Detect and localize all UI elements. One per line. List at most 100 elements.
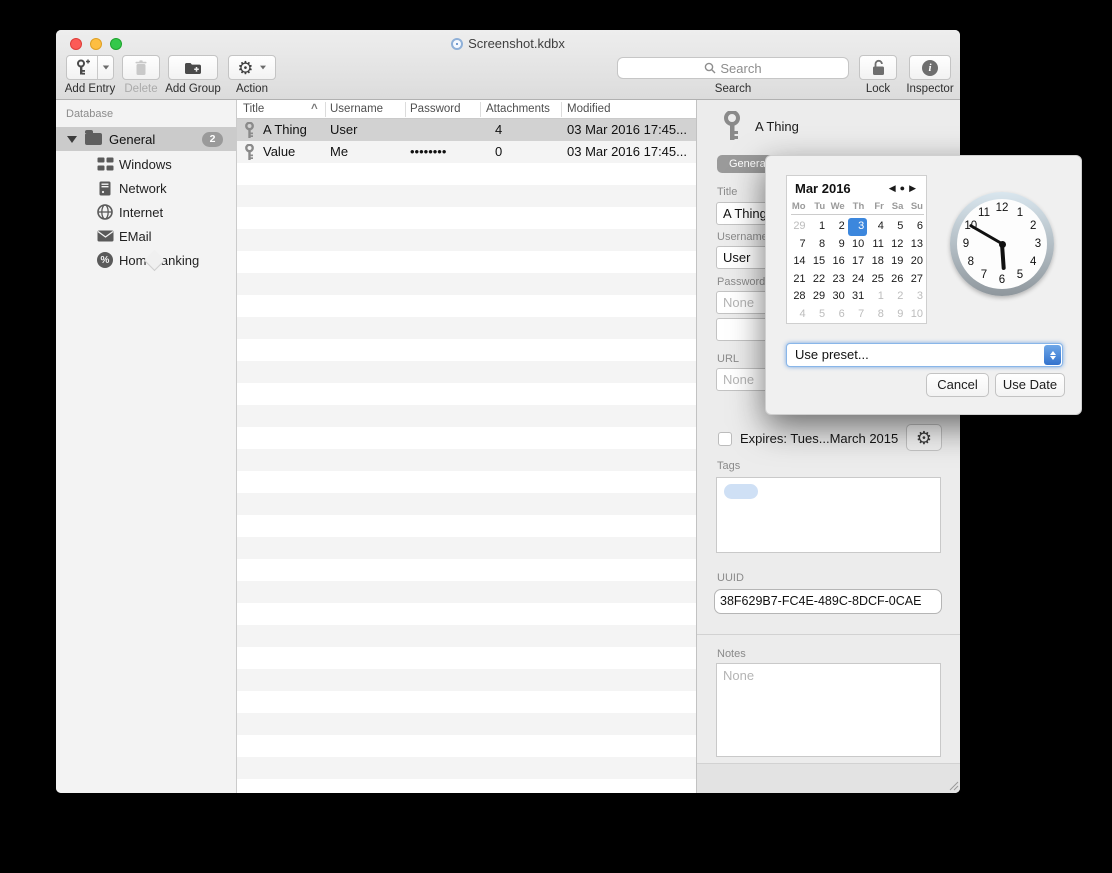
calendar-day[interactable]: 31 xyxy=(848,288,868,306)
column-header-modified[interactable]: Modified xyxy=(567,103,610,115)
lock-button[interactable] xyxy=(859,55,897,80)
add-entry-label: Add Entry xyxy=(60,83,120,95)
calendar-day[interactable]: 25 xyxy=(867,271,887,289)
calendar-day[interactable]: 7 xyxy=(789,236,809,254)
calendar-day[interactable]: 11 xyxy=(867,236,887,254)
uuid-field[interactable]: 38F629B7-FC4E-489C-8DCF-0CAE xyxy=(714,589,942,614)
calendar-day[interactable]: 8 xyxy=(809,236,829,254)
column-header-attachments[interactable]: Attachments xyxy=(486,103,550,115)
expires-date-button[interactable]: ⚙ xyxy=(906,424,942,451)
calendar-day[interactable]: 30 xyxy=(828,288,848,306)
clock-numeral: 5 xyxy=(1017,269,1023,281)
calendar-weekdays: MoTuWeThFrSaSu xyxy=(789,201,926,212)
calendar-day[interactable]: 28 xyxy=(789,288,809,306)
clock-numeral: 11 xyxy=(978,207,990,219)
calendar-day[interactable]: 1 xyxy=(809,218,829,236)
today-icon[interactable]: ● xyxy=(900,183,909,193)
calendar-day[interactable]: 29 xyxy=(789,218,809,236)
calendar-day[interactable]: 5 xyxy=(887,218,907,236)
calendar-day[interactable]: 17 xyxy=(848,253,868,271)
calendar: Mar 2016 ◀●▶ MoTuWeThFrSaSu 291234567891… xyxy=(786,175,927,324)
calendar-day-selected[interactable]: 3 xyxy=(848,218,868,236)
add-group-button[interactable] xyxy=(168,55,218,80)
table-row-empty xyxy=(237,691,696,713)
analog-clock: 123456789101112 xyxy=(950,192,1054,296)
calendar-day[interactable]: 4 xyxy=(867,218,887,236)
action-button[interactable]: ⚙ xyxy=(228,55,276,80)
use-date-button[interactable]: Use Date xyxy=(995,373,1065,397)
email-icon xyxy=(96,227,114,245)
inspector-button[interactable]: i xyxy=(909,55,951,80)
gear-icon: ⚙ xyxy=(237,59,253,77)
prev-month-icon[interactable]: ◀ xyxy=(889,183,900,193)
delete-button[interactable] xyxy=(122,55,160,80)
calendar-day[interactable]: 9 xyxy=(887,306,907,324)
calendar-day[interactable]: 21 xyxy=(789,271,809,289)
calendar-day[interactable]: 3 xyxy=(906,288,926,306)
calendar-day[interactable]: 15 xyxy=(809,253,829,271)
next-month-icon[interactable]: ▶ xyxy=(909,183,920,193)
table-row-empty xyxy=(237,295,696,317)
calendar-day[interactable]: 23 xyxy=(828,271,848,289)
calendar-day[interactable]: 19 xyxy=(887,253,907,271)
expires-label: Expires: Tues...March 2015 xyxy=(740,431,898,446)
calendar-day[interactable]: 1 xyxy=(867,288,887,306)
sidebar-item-network[interactable]: Network xyxy=(56,176,237,200)
sidebar-item-internet[interactable]: Internet xyxy=(56,200,237,224)
notes-field[interactable]: None xyxy=(716,663,941,757)
calendar-day[interactable]: 6 xyxy=(906,218,926,236)
calendar-day[interactable]: 8 xyxy=(867,306,887,324)
sidebar-item-windows[interactable]: Windows xyxy=(56,152,237,176)
clock-numeral: 9 xyxy=(963,238,969,250)
calendar-day[interactable]: 20 xyxy=(906,253,926,271)
disclosure-triangle-icon[interactable] xyxy=(67,136,77,143)
clock-numeral: 3 xyxy=(1035,238,1041,250)
chevron-down-icon[interactable] xyxy=(98,65,113,70)
calendar-day[interactable]: 6 xyxy=(828,306,848,324)
calendar-day[interactable]: 9 xyxy=(828,236,848,254)
calendar-day[interactable]: 22 xyxy=(809,271,829,289)
calendar-day[interactable]: 29 xyxy=(809,288,829,306)
tag-token[interactable] xyxy=(724,484,758,499)
calendar-day[interactable]: 5 xyxy=(809,306,829,324)
column-header-password[interactable]: Password xyxy=(410,103,461,115)
search-input[interactable]: Search xyxy=(617,57,849,79)
sidebar: Database General 2 WindowsNetworkInterne… xyxy=(56,100,237,793)
cancel-button[interactable]: Cancel xyxy=(926,373,989,397)
sidebar-item-email[interactable]: EMail xyxy=(56,224,237,248)
sidebar-item-general[interactable]: General 2 xyxy=(56,127,237,151)
calendar-day[interactable]: 14 xyxy=(789,253,809,271)
calendar-day[interactable]: 2 xyxy=(828,218,848,236)
calendar-day[interactable]: 10 xyxy=(906,306,926,324)
calendar-day[interactable]: 13 xyxy=(906,236,926,254)
calendar-day[interactable]: 27 xyxy=(906,271,926,289)
calendar-day[interactable]: 2 xyxy=(887,288,907,306)
preset-dropdown[interactable]: Use preset... xyxy=(786,343,1063,367)
calendar-day[interactable]: 12 xyxy=(887,236,907,254)
clock-numeral: 8 xyxy=(968,256,974,268)
sidebar-header: Database xyxy=(66,108,113,120)
table-row-empty xyxy=(237,493,696,515)
calendar-day[interactable]: 26 xyxy=(887,271,907,289)
calendar-day[interactable]: 16 xyxy=(828,253,848,271)
tags-field[interactable] xyxy=(716,477,941,553)
calendar-day[interactable]: 18 xyxy=(867,253,887,271)
expires-checkbox[interactable] xyxy=(718,432,732,446)
lock-label: Lock xyxy=(855,83,901,95)
calendar-day[interactable]: 10 xyxy=(848,236,868,254)
add-entry-button[interactable] xyxy=(66,55,114,80)
table-header: Title ^ Username Password Attachments Mo… xyxy=(237,100,696,119)
calendar-day[interactable]: 7 xyxy=(848,306,868,324)
table-row-empty xyxy=(237,779,696,793)
hour-hand[interactable] xyxy=(1000,244,1006,270)
table-row[interactable]: A ThingUser403 Mar 2016 17:45... xyxy=(237,119,696,141)
column-header-username[interactable]: Username xyxy=(330,103,383,115)
calendar-day[interactable]: 24 xyxy=(848,271,868,289)
table-row[interactable]: ValueMe••••••••003 Mar 2016 17:45... xyxy=(237,141,696,163)
table-row-empty xyxy=(237,757,696,779)
clock-numeral: 10 xyxy=(964,220,977,232)
column-header-title[interactable]: Title xyxy=(243,103,264,115)
calendar-day[interactable]: 4 xyxy=(789,306,809,324)
resize-grip[interactable] xyxy=(949,781,959,791)
calendar-nav: ◀●▶ xyxy=(889,183,920,194)
